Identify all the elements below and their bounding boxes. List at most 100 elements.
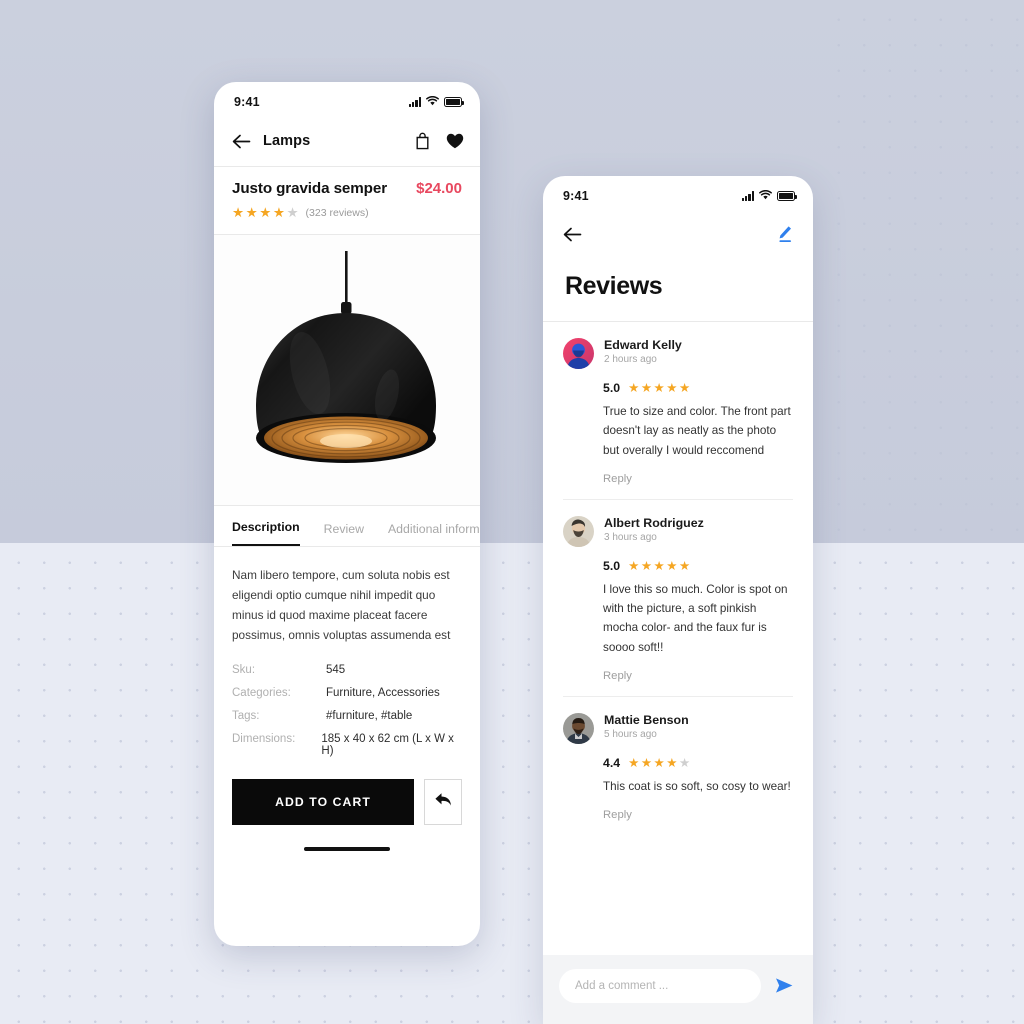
send-button[interactable]: [771, 973, 797, 999]
status-bar-icons: [741, 187, 798, 205]
review-header: Albert Rodriguez 3 hours ago: [563, 515, 793, 547]
star-icon: ★: [653, 755, 665, 770]
star-icon: ★: [666, 380, 678, 395]
star-icon: ★: [678, 558, 691, 573]
product-title-row: Justo gravida semper $24.00: [232, 180, 462, 197]
review-score: 4.4: [603, 756, 621, 771]
status-bar-time: 9:41: [234, 95, 260, 109]
star-icon: ★: [628, 558, 640, 573]
review-author-block: Edward Kelly 2 hours ago: [604, 338, 682, 365]
avatar: [563, 713, 594, 745]
share-button[interactable]: [424, 778, 462, 825]
product-specs-table: Sku: 545 Categories: Furniture, Accessor…: [214, 646, 480, 757]
avatar: [563, 338, 594, 369]
review-author-block: Albert Rodriguez 3 hours ago: [604, 516, 704, 543]
product-nav-actions: [415, 132, 464, 150]
spec-value: 185 x 40 x 62 cm (L x W x H): [321, 732, 454, 757]
star-icon: ★: [245, 205, 258, 220]
star-icon-empty: ★: [286, 205, 299, 220]
review-author-block: Mattie Benson 5 hours ago: [604, 713, 689, 740]
review-author-name: Edward Kelly: [604, 338, 682, 352]
review-star-rating: ★ ★ ★ ★ ★: [628, 382, 690, 395]
spec-key: Tags:: [232, 709, 260, 722]
spec-key: Sku:: [232, 663, 256, 676]
star-icon-empty: ★: [678, 755, 691, 770]
tab-description[interactable]: Description: [232, 520, 300, 546]
background-dot-grid: [0, 543, 1024, 1024]
add-to-cart-button[interactable]: ADD TO CART: [232, 778, 414, 825]
review-timestamp: 2 hours ago: [604, 354, 657, 365]
comment-input[interactable]: [559, 968, 761, 1003]
product-nav-title: Lamps: [263, 133, 311, 149]
star-icon: ★: [640, 558, 653, 573]
home-indicator: [304, 846, 390, 852]
table-row: Categories: Furniture, Accessories: [232, 687, 462, 699]
reviews-navbar: [543, 210, 813, 258]
review-score: 5.0: [603, 381, 621, 395]
status-bar: 9:41: [543, 176, 813, 210]
star-icon: ★: [666, 755, 678, 770]
review-text: True to size and color. The front part d…: [603, 405, 791, 457]
reviews-list: Edward Kelly 2 hours ago 5.0 ★ ★ ★ ★ ★ T…: [543, 322, 813, 821]
review-star-rating: ★ ★ ★ ★ ★: [628, 757, 690, 770]
product-review-count: (323 reviews): [305, 206, 369, 219]
signal-icon: [408, 97, 421, 107]
star-icon: ★: [272, 205, 285, 220]
product-image: [214, 234, 480, 505]
tab-review[interactable]: Review: [324, 522, 364, 546]
reply-link[interactable]: Reply: [603, 670, 793, 682]
comment-bar: [543, 955, 813, 1024]
list-item: Edward Kelly 2 hours ago 5.0 ★ ★ ★ ★ ★ T…: [543, 322, 813, 485]
star-icon: ★: [628, 755, 640, 770]
arrow-left-icon[interactable]: [232, 134, 251, 149]
star-icon: ★: [259, 205, 272, 220]
spec-value: #furniture, #table: [326, 709, 413, 722]
product-price: $24.00: [416, 180, 462, 197]
battery-icon: [777, 191, 798, 201]
product-screen: 9:41 Lamps Justo gravida semper $24.00 ★…: [214, 82, 480, 946]
spec-value: 545: [326, 663, 346, 676]
share-arrow-icon: [434, 791, 453, 813]
review-text: This coat is so soft, so cosy to wear!: [603, 780, 791, 794]
wifi-icon: [759, 187, 772, 205]
star-icon: ★: [640, 380, 653, 395]
shopping-bag-icon[interactable]: [415, 132, 430, 150]
review-author-name: Albert Rodriguez: [604, 515, 704, 530]
reply-link[interactable]: Reply: [603, 473, 793, 485]
star-icon: ★: [232, 205, 245, 220]
reply-link[interactable]: Reply: [603, 809, 793, 821]
product-title-block: Justo gravida semper $24.00 ★ ★ ★ ★ ★ (3…: [214, 167, 480, 234]
send-arrow-icon: [776, 978, 793, 993]
review-header: Mattie Benson 5 hours ago: [563, 713, 793, 745]
table-row: Dimensions: 185 x 40 x 62 cm (L x W x H): [232, 733, 462, 757]
spec-key: Dimensions:: [232, 732, 296, 745]
battery-icon: [444, 97, 465, 107]
review-star-rating: ★ ★ ★ ★ ★: [628, 560, 690, 573]
star-icon: ★: [666, 558, 678, 573]
avatar: [563, 515, 594, 547]
spec-value: Furniture, Accessories: [326, 686, 440, 699]
pencil-icon[interactable]: [777, 225, 793, 243]
product-rating-row: ★ ★ ★ ★ ★ (323 reviews): [232, 206, 462, 220]
star-icon: ★: [653, 380, 665, 395]
product-star-rating: ★ ★ ★ ★ ★: [232, 206, 299, 220]
star-icon: ★: [678, 380, 691, 395]
arrow-left-icon[interactable]: [563, 227, 582, 242]
star-icon: ★: [653, 558, 665, 573]
list-item: Mattie Benson 5 hours ago 4.4 ★ ★ ★ ★ ★ …: [543, 697, 813, 821]
review-timestamp: 3 hours ago: [604, 531, 657, 543]
product-description: Nam libero tempore, cum soluta nobis est…: [232, 567, 451, 643]
review-rating-row: 4.4 ★ ★ ★ ★ ★: [603, 756, 793, 770]
star-icon: ★: [640, 755, 653, 770]
status-bar: 9:41: [214, 82, 480, 116]
review-header: Edward Kelly 2 hours ago: [563, 338, 793, 369]
heart-icon[interactable]: [446, 133, 464, 149]
review-text: I love this so much. Color is spot on wi…: [603, 582, 788, 654]
spec-key: Categories:: [232, 686, 291, 699]
page-title: Justo gravida semper: [232, 180, 387, 197]
list-item: Albert Rodriguez 3 hours ago 5.0 ★ ★ ★ ★…: [543, 500, 813, 682]
review-author-name: Mattie Benson: [604, 713, 689, 728]
tab-additional-information[interactable]: Additional informa: [388, 522, 480, 546]
table-row: Tags: #furniture, #table: [232, 710, 462, 722]
review-timestamp: 5 hours ago: [604, 729, 657, 741]
